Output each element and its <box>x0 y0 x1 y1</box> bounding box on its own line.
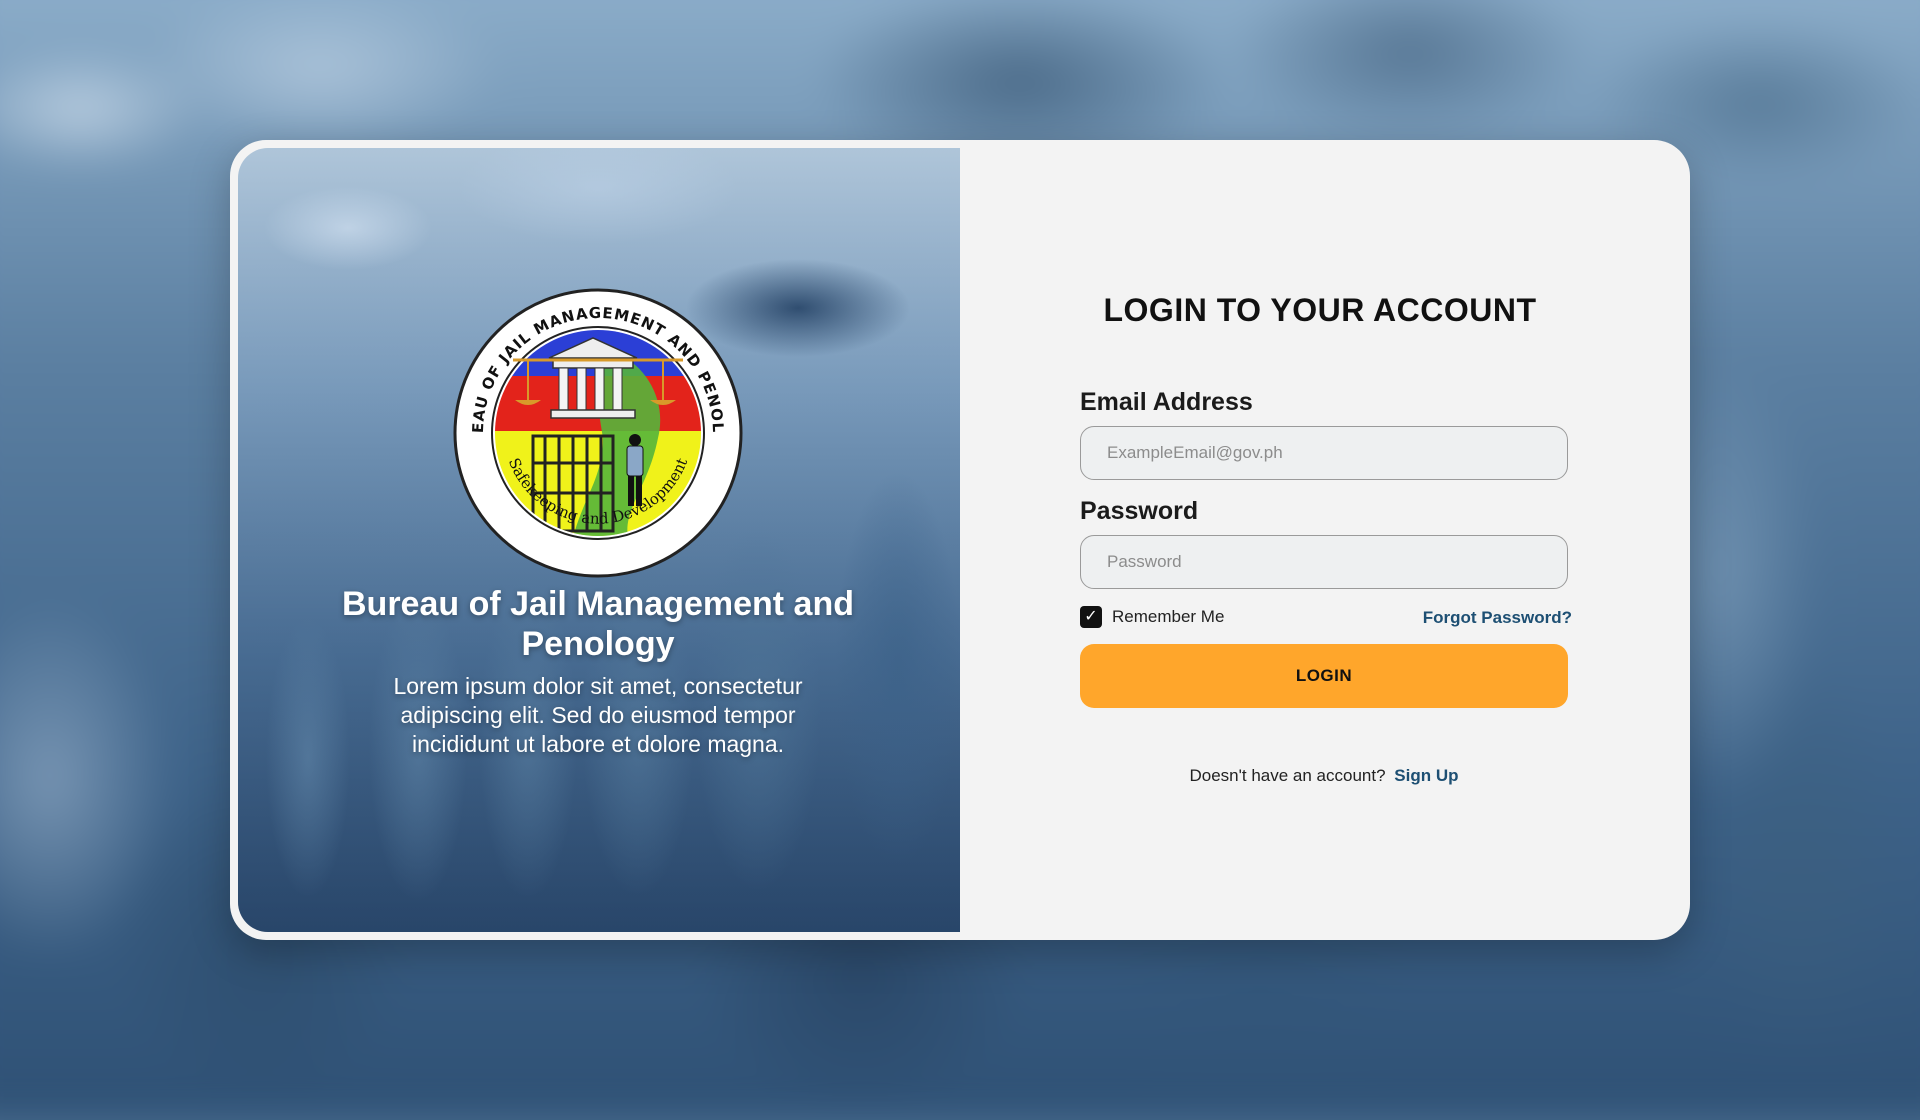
bjmp-seal-logo: BUREAU OF JAIL MANAGEMENT AND PENOLOGY S… <box>453 288 743 578</box>
login-card: BUREAU OF JAIL MANAGEMENT AND PENOLOGY S… <box>230 140 1690 940</box>
sign-up-link[interactable]: Sign Up <box>1394 766 1458 785</box>
password-input[interactable] <box>1080 535 1568 589</box>
hero-panel: BUREAU OF JAIL MANAGEMENT AND PENOLOGY S… <box>238 148 960 932</box>
email-input[interactable] <box>1080 426 1568 480</box>
page-title: LOGIN TO YOUR ACCOUNT <box>1103 292 1537 328</box>
password-label: Password <box>1080 497 1199 525</box>
email-label: Email Address <box>1080 388 1253 416</box>
organization-description: Lorem ipsum dolor sit amet, consectetur … <box>393 673 803 757</box>
check-icon: ✓ <box>1084 608 1098 625</box>
login-button[interactable]: LOGIN <box>1080 644 1568 708</box>
login-form: LOGIN TO YOUR ACCOUNT Email Address Pass… <box>1080 140 1572 940</box>
organization-name: Bureau of Jail Management and Penology <box>342 585 854 663</box>
remember-me-checkbox[interactable]: ✓ <box>1080 606 1102 628</box>
remember-me-label: Remember Me <box>1112 607 1225 626</box>
signup-prompt-row: Doesn't have an account? Sign Up <box>1080 766 1568 786</box>
remember-me-option[interactable]: ✓ Remember Me <box>1080 606 1224 628</box>
forgot-password-link[interactable]: Forgot Password? <box>1423 608 1572 628</box>
signup-prompt-text: Doesn't have an account? <box>1189 766 1386 785</box>
